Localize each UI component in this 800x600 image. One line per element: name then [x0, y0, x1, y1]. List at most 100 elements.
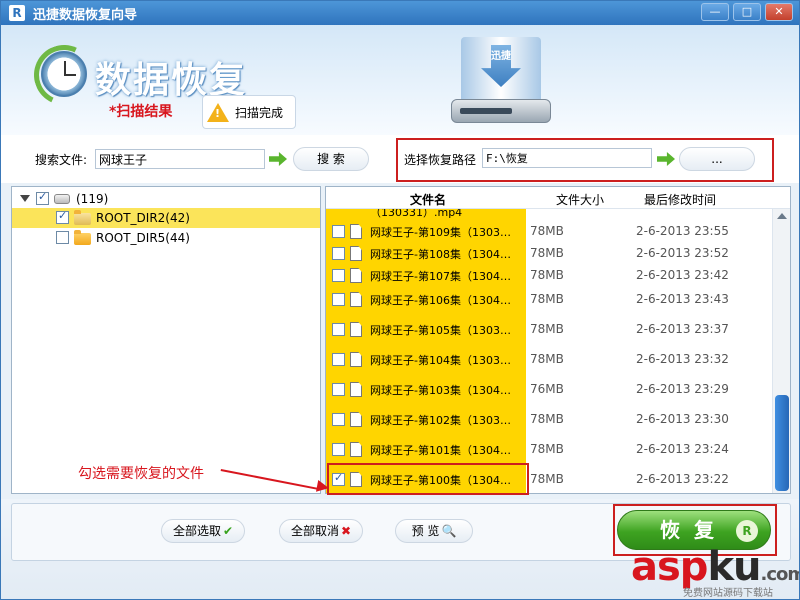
annotation-arrow-icon: [315, 479, 331, 495]
select-all-button[interactable]: 全部选取 ✔: [161, 519, 245, 543]
registered-icon: R: [736, 520, 758, 542]
search-label: 搜索文件:: [35, 153, 88, 167]
file-modified: 2-6-2013 23:24: [636, 442, 729, 456]
magnifier-icon: 🔍: [441, 524, 457, 538]
row-checkbox[interactable]: [332, 323, 345, 336]
table-row[interactable]: 网球王子-第105集（1303… 78MB 2-6-2013 23:37: [326, 315, 772, 345]
file-name: 网球王子-第103集（1304…: [370, 384, 511, 397]
file-size: 78MB: [530, 352, 564, 366]
row-checkbox[interactable]: [332, 293, 345, 306]
table-row[interactable]: 网球王子-第102集（1303… 78MB 2-6-2013 23:30: [326, 405, 772, 435]
scroll-up-icon[interactable]: [777, 213, 787, 219]
recover-label: 恢复: [660, 518, 728, 542]
file-name: 网球王子-第104集（1303…: [370, 354, 511, 367]
tree-item-root-dir2[interactable]: ROOT_DIR2(42): [12, 208, 320, 228]
table-row[interactable]: 网球王子-第106集（1304… 78MB 2-6-2013 23:43: [326, 285, 772, 315]
app-window: R 迅捷数据恢复向导 — □ ✕ 数据恢复 *扫描结果 ! 扫描完成 迅捷 搜索…: [0, 0, 800, 600]
column-header-modified[interactable]: 最后修改时间: [644, 191, 716, 208]
file-icon: [350, 382, 362, 397]
selected-row-highlight: [327, 463, 529, 495]
deselect-all-button[interactable]: 全部取消 ✖: [279, 519, 363, 543]
row-checkbox[interactable]: [332, 353, 345, 366]
file-icon: [350, 412, 362, 427]
scroll-thumb[interactable]: [775, 395, 789, 491]
file-size: 78MB: [530, 322, 564, 336]
drive-brand-label: 迅捷: [491, 51, 511, 62]
folder-open-icon: [74, 210, 91, 225]
preview-button[interactable]: 预 览 🔍: [395, 519, 473, 543]
cross-icon: ✖: [340, 524, 352, 538]
tree-item-label: ROOT_DIR2(42): [96, 211, 190, 225]
file-name: 网球王子-第109集（1303…: [370, 226, 511, 239]
file-name: 网球王子-第106集（1304…: [370, 294, 511, 307]
row-checkbox[interactable]: [332, 443, 345, 456]
search-arrow-icon: [269, 152, 287, 166]
scan-status-text: 扫描完成: [235, 105, 284, 120]
search-input[interactable]: [95, 149, 265, 169]
recover-path-input[interactable]: [482, 148, 652, 168]
close-button[interactable]: ✕: [765, 3, 793, 21]
tree-item-root-dir5[interactable]: ROOT_DIR5(44): [12, 228, 320, 248]
file-name: 网球王子-第101集（1304…: [370, 444, 511, 457]
check-icon: ✔: [222, 524, 234, 538]
row-checkbox[interactable]: [332, 247, 345, 260]
tree-item-checkbox[interactable]: [56, 231, 69, 244]
file-size: 78MB: [530, 224, 564, 238]
scan-result-label: *扫描结果: [109, 104, 173, 120]
file-modified: 2-6-2013 23:52: [636, 246, 729, 260]
folder-icon: [74, 230, 91, 245]
file-list-header: 文件名 文件大小 最后修改时间: [326, 187, 790, 209]
file-list: 文件名 文件大小 最后修改时间 （130331）.mp4 网球王子-第109集（…: [325, 186, 791, 494]
file-icon: [350, 224, 362, 239]
header-banner: 数据恢复 *扫描结果 ! 扫描完成 迅捷: [1, 25, 799, 135]
preview-label: 预 览: [411, 524, 440, 538]
select-all-label: 全部选取: [172, 524, 221, 538]
minimize-button[interactable]: —: [701, 3, 729, 21]
file-modified: 2-6-2013 23:22: [636, 472, 729, 486]
row-checkbox[interactable]: [332, 269, 345, 282]
file-icon: [350, 322, 362, 337]
file-name: 网球王子-第102集（1303…: [370, 414, 511, 427]
file-modified: 2-6-2013 23:37: [636, 322, 729, 336]
file-icon: [350, 442, 362, 457]
file-icon: [350, 268, 362, 283]
maximize-button[interactable]: □: [733, 3, 761, 21]
row-checkbox[interactable]: [332, 383, 345, 396]
file-modified: 2-6-2013 23:32: [636, 352, 729, 366]
file-name: 网球王子-第108集（1304…: [370, 248, 511, 261]
expand-arrow-icon[interactable]: [20, 195, 30, 202]
tree-root-label: (119): [76, 192, 109, 206]
file-modified: 2-6-2013 23:42: [636, 268, 729, 282]
vertical-scrollbar[interactable]: [772, 209, 790, 493]
tree-item-checkbox[interactable]: [56, 209, 69, 224]
watermark-subtitle: 免费网站源码下载站: [683, 588, 773, 599]
tree-root-checkbox[interactable]: [36, 190, 49, 205]
column-header-size[interactable]: 文件大小: [556, 191, 604, 208]
file-size: 78MB: [530, 472, 564, 486]
tree-root[interactable]: (119): [12, 189, 320, 209]
file-modified: 2-6-2013 23:55: [636, 224, 729, 238]
file-modified: 2-6-2013 23:43: [636, 292, 729, 306]
instruction-annotation: 勾选需要恢复的文件: [78, 466, 204, 482]
file-size: 76MB: [530, 382, 564, 396]
file-icon: [350, 246, 362, 261]
file-name: 网球王子-第107集（1304…: [370, 270, 511, 283]
file-size: 78MB: [530, 442, 564, 456]
file-size: 78MB: [530, 412, 564, 426]
browse-button[interactable]: ...: [679, 147, 755, 171]
row-checkbox[interactable]: [332, 413, 345, 426]
window-title: 迅捷数据恢复向导: [33, 7, 138, 23]
title-bar[interactable]: R 迅捷数据恢复向导 — □ ✕: [1, 1, 799, 25]
row-checkbox[interactable]: [332, 225, 345, 238]
table-row[interactable]: 网球王子-第103集（1304… 76MB 2-6-2013 23:29: [326, 375, 772, 405]
column-header-name[interactable]: 文件名: [410, 191, 446, 208]
file-modified: 2-6-2013 23:30: [636, 412, 729, 426]
table-row[interactable]: 网球王子-第104集（1303… 78MB 2-6-2013 23:32: [326, 345, 772, 375]
drive-icon: [54, 194, 70, 204]
window-controls: — □ ✕: [701, 3, 793, 21]
table-row[interactable]: 网球王子-第101集（1304… 78MB 2-6-2013 23:24: [326, 435, 772, 465]
file-icon: [350, 352, 362, 367]
search-button[interactable]: 搜 索: [293, 147, 369, 171]
file-size: 78MB: [530, 246, 564, 260]
file-size: 78MB: [530, 292, 564, 306]
